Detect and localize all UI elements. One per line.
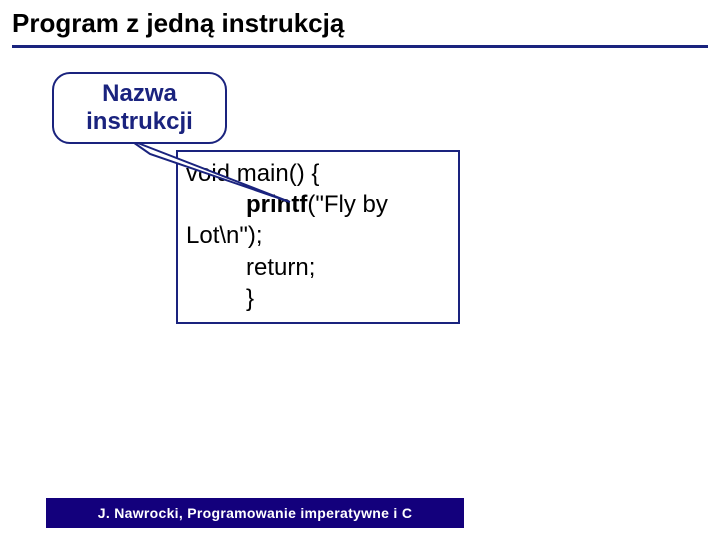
- code-line-4-indent: [186, 254, 246, 281]
- callout-bubble: Nazwa instrukcji: [52, 72, 227, 144]
- code-line-5-indent: [186, 285, 246, 312]
- page-title: Program z jedną instrukcją: [0, 0, 720, 45]
- code-line-4: return;: [246, 254, 315, 281]
- code-line-5: }: [246, 285, 254, 312]
- slide-content: Nazwa instrukcji void main() { printf("F…: [0, 48, 720, 468]
- footer-text: J. Nawrocki, Programowanie imperatywne i…: [98, 505, 412, 521]
- callout-label: Nazwa instrukcji: [54, 80, 225, 135]
- code-line-2-post: ("Fly by: [307, 191, 388, 218]
- callout-pointer-icon: [120, 126, 300, 246]
- footer-bar: J. Nawrocki, Programowanie imperatywne i…: [46, 498, 464, 528]
